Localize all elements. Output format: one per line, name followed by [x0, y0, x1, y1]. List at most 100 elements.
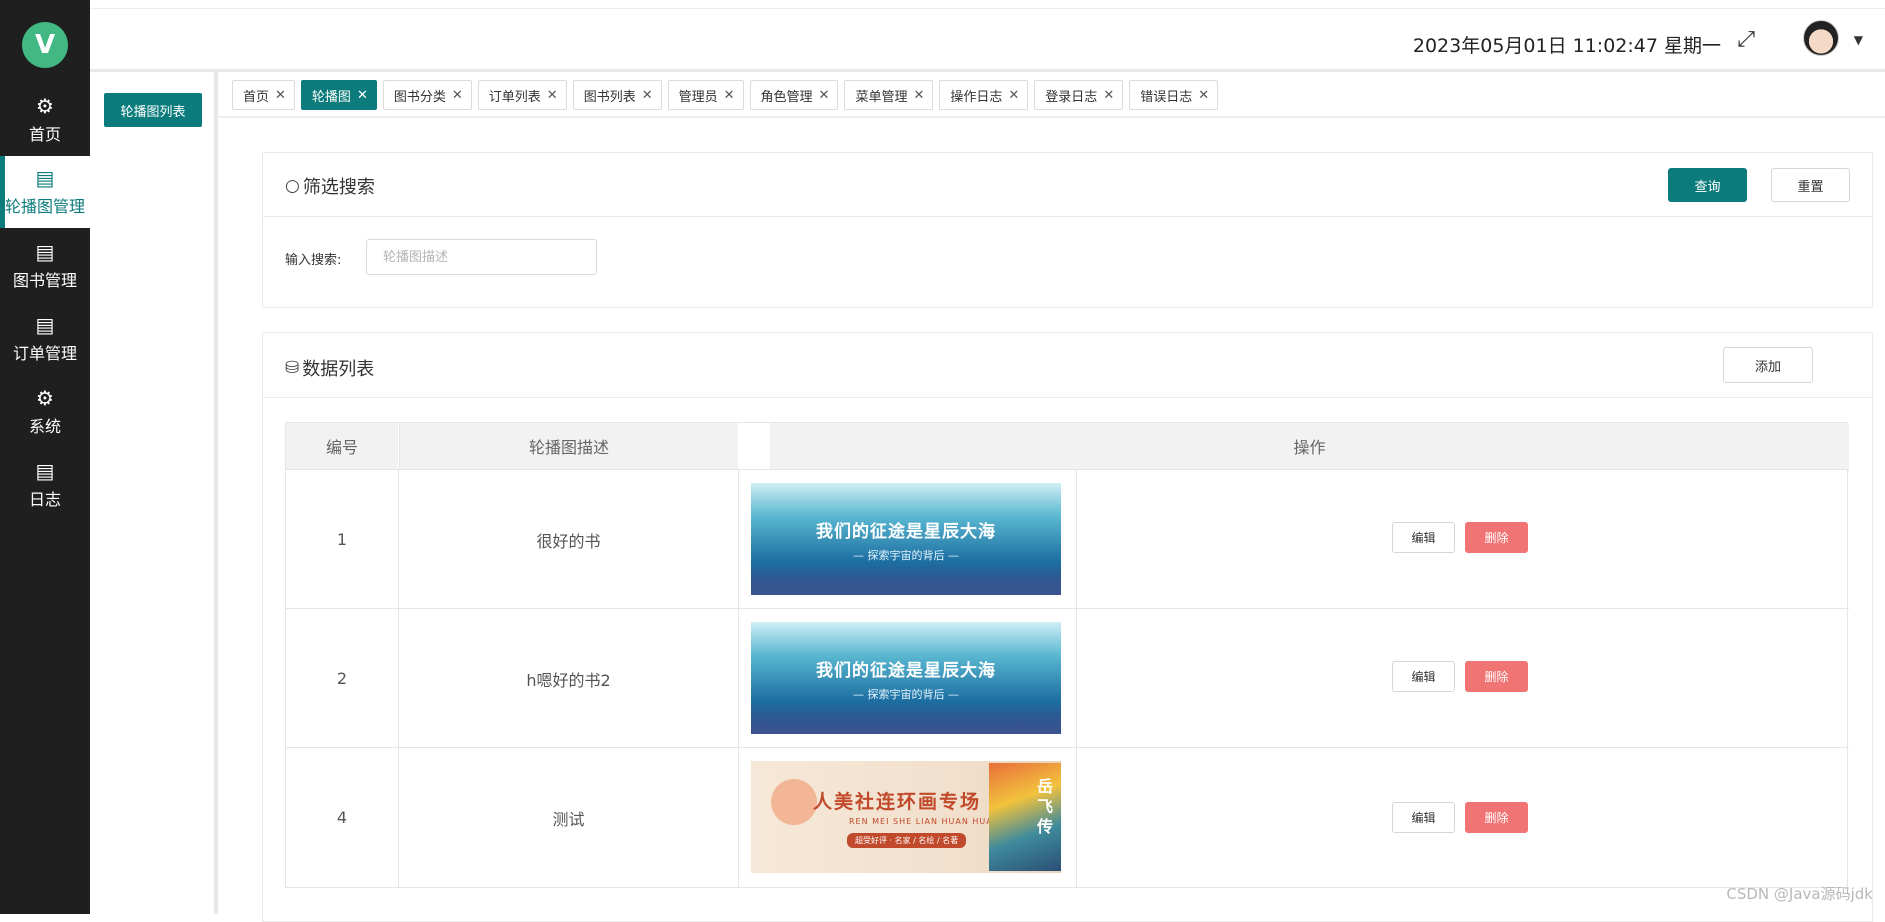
banner-sun-shape	[771, 779, 817, 825]
banner-tagline: 超受好评 · 名家 / 名绘 / 名著	[847, 833, 966, 848]
tab-login-log[interactable]: 登录日志 ✕	[1034, 80, 1123, 110]
clipboard-icon: ▤	[36, 241, 55, 263]
tab-label: 菜单管理	[855, 86, 907, 105]
table-row: 4 测试 人美社连环画专场 REN MEI SHE LIAN HUAN HUA …	[286, 747, 1849, 886]
tab-bar: 首页✕ 轮播图 ✕ 图书分类 ✕ 订单列表 ✕ 图书列表 ✕ 管理员✕ 角色管理 ✕ 菜单…	[232, 80, 1218, 110]
row-image-cell: 人美社连环画专场 REN MEI SHE LIAN HUAN HUA 超受好评 …	[739, 748, 1076, 887]
carousel-image: 我们的征途是星辰大海 — 探索宇宙的背后 —	[751, 483, 1061, 595]
delete-button[interactable]: 删除	[1465, 522, 1528, 553]
search-icon: ○	[285, 176, 300, 196]
list-card-header: ⛁ 数据列表 添加	[263, 333, 1872, 398]
tab-role[interactable]: 角色管理 ✕	[750, 80, 839, 110]
carousel-table: 编号 轮播图描述 操作 1 很好的书 我们的征途是星辰大海 — 探索宇宙的背后 …	[285, 422, 1848, 888]
cell-divider	[1076, 609, 1077, 748]
filter-card-header: ○ 筛选搜索 查询 重置	[263, 153, 1872, 217]
close-icon[interactable]: ✕	[642, 88, 653, 103]
close-icon[interactable]: ✕	[275, 88, 286, 103]
close-icon[interactable]: ✕	[819, 88, 830, 103]
add-button[interactable]: 添加	[1723, 347, 1813, 383]
clipboard-icon: ▤	[36, 167, 55, 189]
sidebar-item-label: 日志	[29, 486, 61, 510]
close-icon[interactable]: ✕	[913, 88, 924, 103]
clipboard-icon: ▤	[36, 460, 55, 482]
tab-book-list[interactable]: 图书列表 ✕	[573, 80, 662, 110]
fullscreen-icon[interactable]: ⤢	[1737, 27, 1755, 52]
filter-card: ○ 筛选搜索 查询 重置 输入搜索:	[262, 152, 1873, 308]
sidebar-item-system[interactable]: ⚙ 系统	[0, 376, 90, 448]
filter-title-text: 筛选搜索	[303, 173, 375, 199]
banner-headline: 人美社连环画专场	[813, 787, 981, 814]
main-sidebar: V ⚙ 首页 ▤ 轮播图管理 ▤ 图书管理 ▤ 订单管理 ⚙ 系统 ▤ 日志	[0, 0, 90, 914]
tab-label: 订单列表	[489, 86, 541, 105]
delete-button[interactable]: 删除	[1465, 802, 1528, 833]
tab-home[interactable]: 首页✕	[232, 80, 295, 110]
close-icon[interactable]: ✕	[1103, 88, 1114, 103]
sidebar-item-home[interactable]: ⚙ 首页	[0, 84, 90, 156]
table-row: 1 很好的书 我们的征途是星辰大海 — 探索宇宙的背后 — 编辑 删除	[286, 469, 1849, 608]
sidebar-item-logs[interactable]: ▤ 日志	[0, 449, 90, 521]
close-icon[interactable]: ✕	[1008, 88, 1019, 103]
close-icon[interactable]: ✕	[547, 88, 558, 103]
tab-book-category[interactable]: 图书分类 ✕	[383, 80, 472, 110]
column-header-desc: 轮播图描述	[399, 423, 738, 469]
row-desc: 测试	[399, 748, 738, 887]
edit-button[interactable]: 编辑	[1392, 661, 1455, 692]
chevron-down-icon[interactable]: ▼	[1854, 33, 1863, 47]
gear-icon: ⚙	[36, 95, 54, 117]
column-header-actions: 操作	[770, 423, 1849, 469]
tab-error-log[interactable]: 错误日志 ✕	[1129, 80, 1218, 110]
query-button[interactable]: 查询	[1668, 168, 1747, 202]
tab-admin[interactable]: 管理员✕	[668, 80, 744, 110]
search-input[interactable]	[366, 239, 597, 275]
clipboard-icon: ▤	[36, 314, 55, 336]
row-image-cell: 我们的征途是星辰大海 — 探索宇宙的背后 —	[739, 470, 1076, 609]
tab-menu[interactable]: 菜单管理 ✕	[844, 80, 933, 110]
watermark-text: CSDN @Java源码jdk	[1726, 883, 1873, 904]
close-icon[interactable]: ✕	[1198, 88, 1209, 103]
search-label: 输入搜索:	[285, 249, 341, 268]
submenu-item-carousel-list[interactable]: 轮播图列表	[104, 93, 202, 127]
tab-label: 轮播图	[312, 86, 351, 105]
row-id: 2	[286, 609, 398, 748]
close-icon[interactable]: ✕	[357, 88, 368, 103]
tab-label: 登录日志	[1045, 86, 1097, 105]
main-content: ○ 筛选搜索 查询 重置 输入搜索: ⛁ 数据列表 添加 编号 轮播图描述 操作…	[222, 118, 1885, 914]
avatar[interactable]	[1803, 20, 1839, 56]
tab-operation-log[interactable]: 操作日志 ✕	[939, 80, 1028, 110]
submenu-sidebar: 轮播图列表	[90, 72, 218, 914]
datetime-display: 2023年05月01日 11:02:47 星期一	[1413, 31, 1721, 58]
row-desc: 很好的书	[399, 470, 738, 609]
tab-order-list[interactable]: 订单列表 ✕	[478, 80, 567, 110]
sidebar-item-books[interactable]: ▤ 图书管理	[0, 230, 90, 302]
poster-title: 岳飞传	[1037, 777, 1055, 837]
logo-area: V	[0, 10, 90, 80]
reset-button[interactable]: 重置	[1771, 168, 1850, 202]
sidebar-item-label: 轮播图管理	[5, 193, 85, 217]
edit-button[interactable]: 编辑	[1392, 802, 1455, 833]
database-icon: ⛁	[285, 358, 299, 378]
banner-subline: — 探索宇宙的背后 —	[751, 686, 1061, 702]
sidebar-item-orders[interactable]: ▤ 订单管理	[0, 303, 90, 375]
vue-logo-icon: V	[22, 22, 68, 68]
edit-button[interactable]: 编辑	[1392, 522, 1455, 553]
banner-subline: — 探索宇宙的背后 —	[751, 547, 1061, 563]
tab-label: 错误日志	[1140, 86, 1192, 105]
sidebar-item-label: 图书管理	[13, 267, 77, 291]
close-icon[interactable]: ✕	[724, 88, 735, 103]
sidebar-item-carousel[interactable]: ▤ 轮播图管理	[0, 156, 90, 228]
sidebar-item-label: 订单管理	[13, 340, 77, 364]
cell-divider	[1076, 748, 1077, 887]
top-header: 2023年05月01日 11:02:47 星期一 ⤢ ▼	[90, 8, 1885, 72]
data-list-card: ⛁ 数据列表 添加 编号 轮播图描述 操作 1 很好的书 我们的征途是星辰大海 …	[262, 332, 1873, 922]
delete-button[interactable]: 删除	[1465, 661, 1528, 692]
tab-label: 操作日志	[950, 86, 1002, 105]
cell-divider	[1076, 470, 1077, 609]
close-icon[interactable]: ✕	[452, 88, 463, 103]
tab-label: 角色管理	[761, 86, 813, 105]
tab-label: 图书分类	[394, 86, 446, 105]
carousel-image: 人美社连环画专场 REN MEI SHE LIAN HUAN HUA 超受好评 …	[751, 761, 1061, 873]
column-header-id: 编号	[286, 423, 398, 469]
banner-pinyin: REN MEI SHE LIAN HUAN HUA	[849, 817, 993, 826]
tab-label: 图书列表	[584, 86, 636, 105]
tab-carousel[interactable]: 轮播图 ✕	[301, 80, 377, 110]
